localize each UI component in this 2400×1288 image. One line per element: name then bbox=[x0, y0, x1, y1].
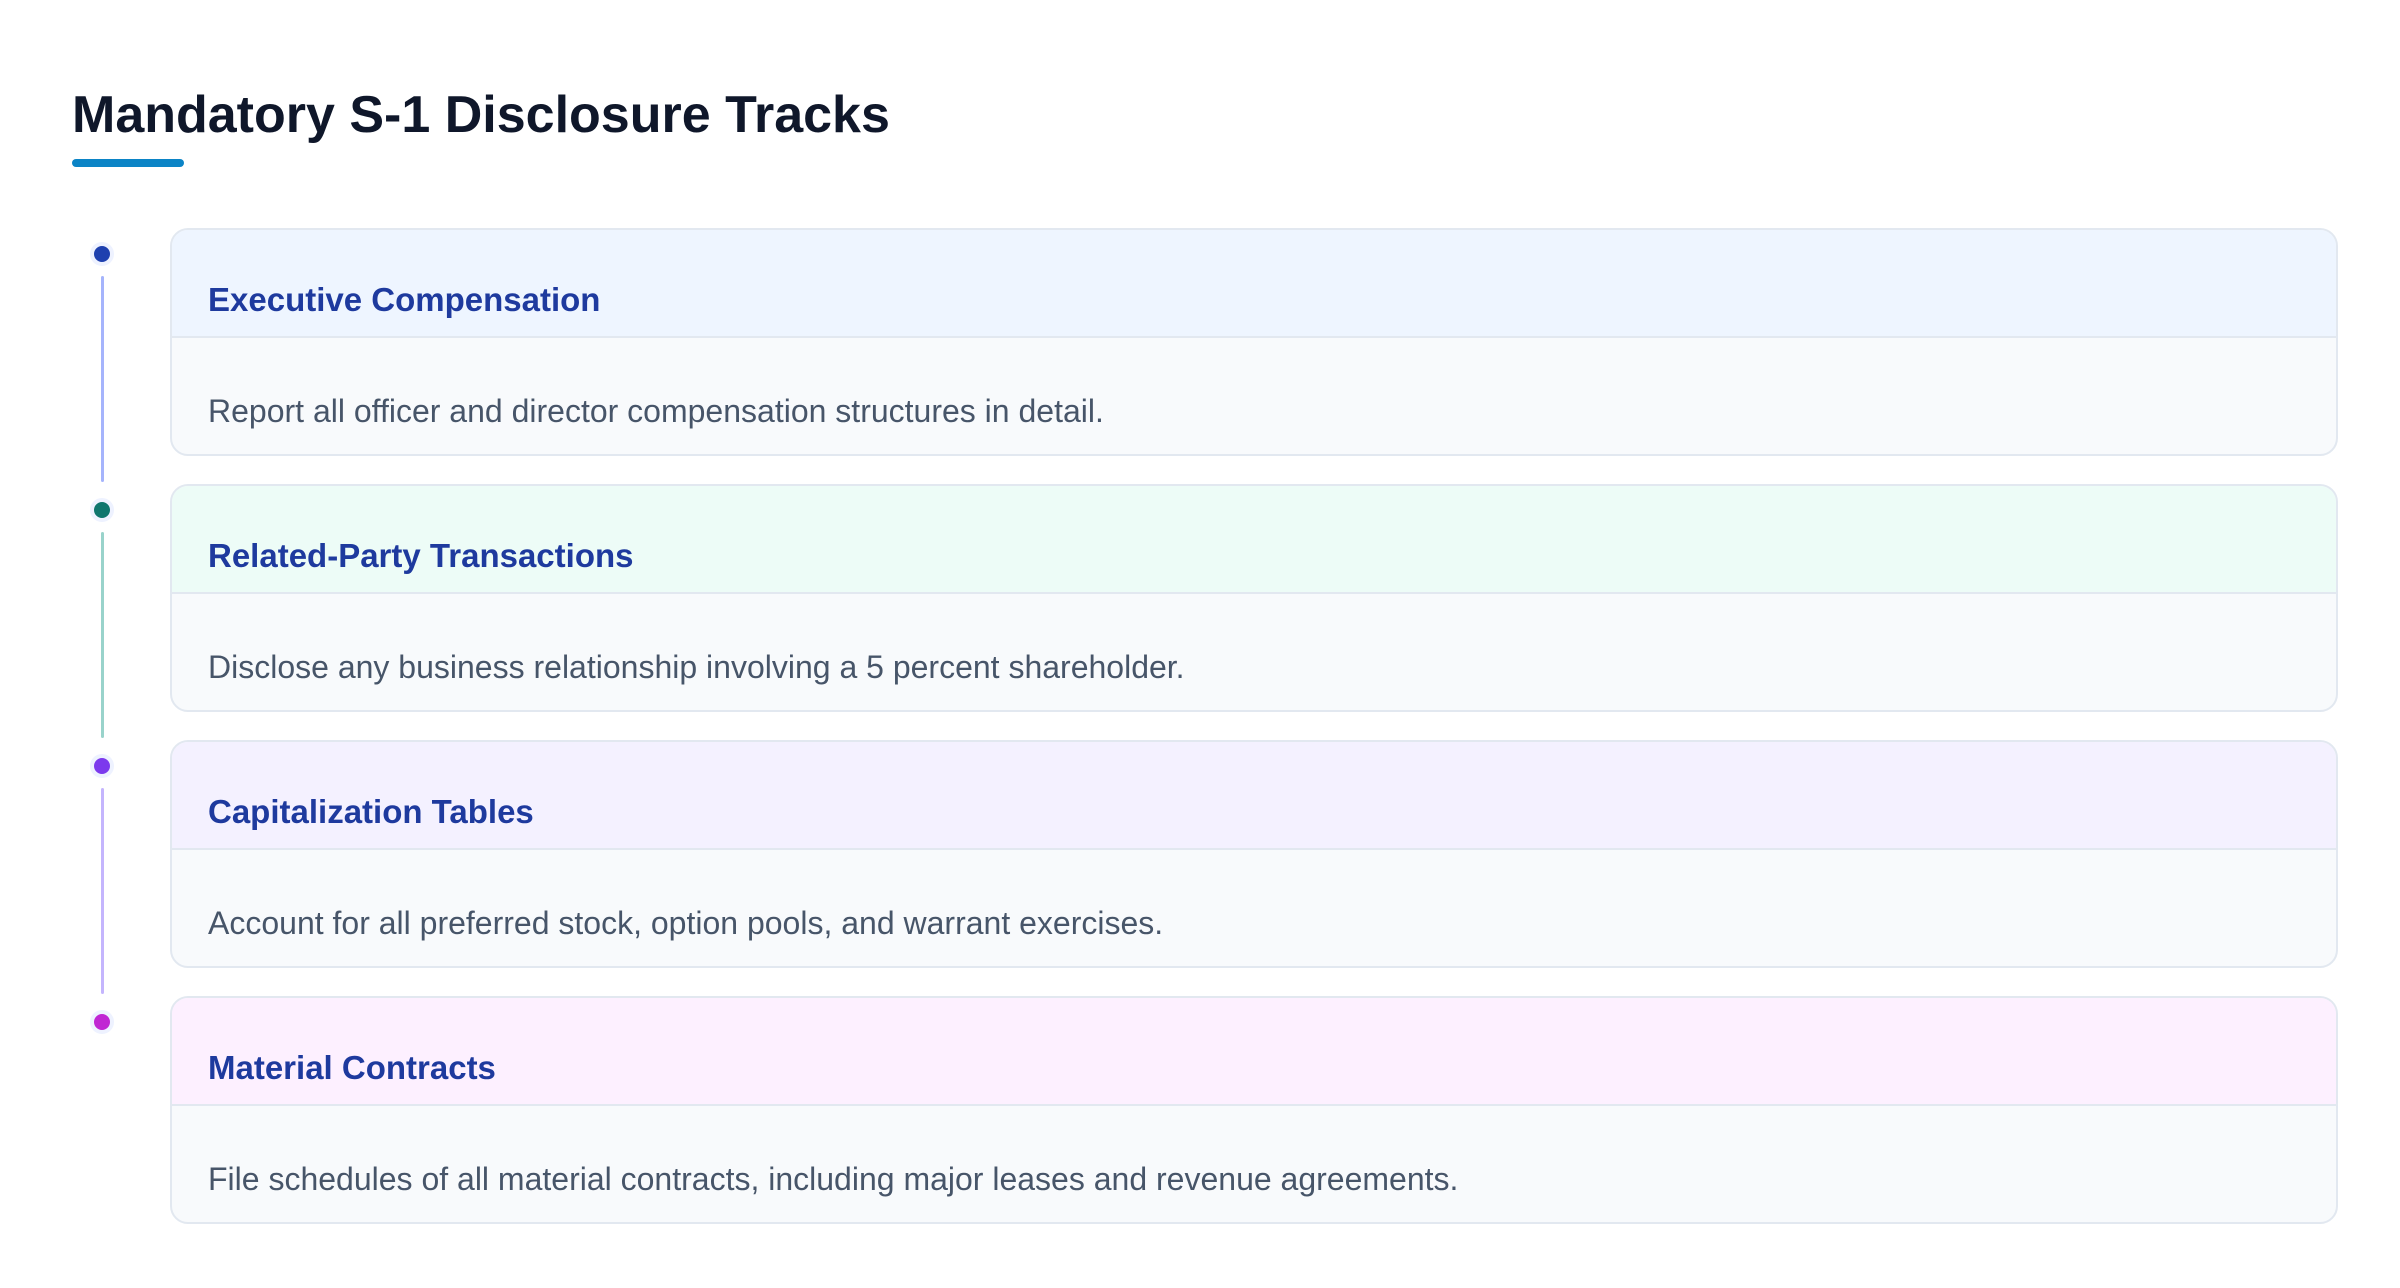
track-title: Related-Party Transactions bbox=[208, 537, 634, 574]
timeline-connector bbox=[101, 788, 104, 994]
timeline-connector bbox=[101, 532, 104, 738]
track-related-party-transactions: Related-Party Transactions Disclose any … bbox=[72, 484, 2338, 738]
track-title: Executive Compensation bbox=[208, 281, 601, 318]
track-executive-compensation: Executive Compensation Report all office… bbox=[72, 228, 2338, 482]
track-card-header: Executive Compensation bbox=[172, 230, 2336, 338]
track-card-header: Material Contracts bbox=[172, 998, 2336, 1106]
timeline-dot bbox=[90, 754, 114, 778]
timeline-dot bbox=[90, 498, 114, 522]
title-underline bbox=[72, 159, 184, 167]
track-card: Material Contracts File schedules of all… bbox=[170, 996, 2338, 1224]
track-card: Capitalization Tables Account for all pr… bbox=[170, 740, 2338, 968]
track-card: Executive Compensation Report all office… bbox=[170, 228, 2338, 456]
track-material-contracts: Material Contracts File schedules of all… bbox=[72, 996, 2338, 1226]
disclosure-tracks-page: Mandatory S-1 Disclosure Tracks Executiv… bbox=[72, 0, 2338, 1288]
track-description: Account for all preferred stock, option … bbox=[208, 905, 1164, 941]
track-description: File schedules of all material contracts… bbox=[208, 1161, 1459, 1197]
track-description: Disclose any business relationship invol… bbox=[208, 649, 1185, 685]
timeline-connector bbox=[101, 276, 104, 482]
track-title: Capitalization Tables bbox=[208, 793, 534, 830]
track-capitalization-tables: Capitalization Tables Account for all pr… bbox=[72, 740, 2338, 994]
timeline-dot bbox=[90, 1010, 114, 1034]
page-title: Mandatory S-1 Disclosure Tracks bbox=[72, 86, 890, 144]
track-card: Related-Party Transactions Disclose any … bbox=[170, 484, 2338, 712]
track-card-header: Capitalization Tables bbox=[172, 742, 2336, 850]
track-title: Material Contracts bbox=[208, 1049, 496, 1086]
timeline-dot bbox=[90, 242, 114, 266]
track-card-header: Related-Party Transactions bbox=[172, 486, 2336, 594]
track-description: Report all officer and director compensa… bbox=[208, 393, 1104, 429]
